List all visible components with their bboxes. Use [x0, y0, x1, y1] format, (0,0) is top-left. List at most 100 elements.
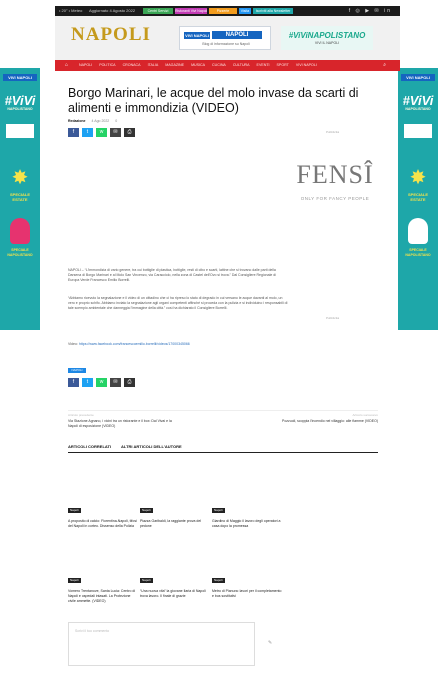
- article-tag[interactable]: NAPOLI: [68, 368, 86, 373]
- social-icons[interactable]: f ◎ ▶ ✉ in: [349, 8, 392, 14]
- next-label: Articolo successivo: [352, 413, 378, 417]
- print-share-button[interactable]: ⎙: [124, 128, 135, 137]
- video-url-link[interactable]: https://www.facebook.com/francescoemilio…: [79, 342, 190, 346]
- flower-icon: [10, 218, 30, 244]
- skin-vivi-text: #ViVi: [4, 93, 36, 108]
- card-title[interactable]: Giardino di Maggio il lavoro degli opera…: [212, 519, 282, 529]
- comment-icon[interactable]: ✎: [268, 640, 272, 646]
- header-ad-napoli[interactable]: VIVI NAPOLI NAPOLI Blog di informazione …: [179, 26, 271, 50]
- card-category-badge[interactable]: Napoli: [140, 578, 153, 583]
- nav-item[interactable]: CRONACA: [123, 62, 141, 69]
- tab-related-articles[interactable]: ARTICOLI CORRELATI: [68, 444, 111, 449]
- card-title[interactable]: “Una nuova vita” la giovane Ilaria di Na…: [140, 589, 210, 599]
- card-category-badge[interactable]: Napoli: [140, 508, 153, 513]
- publish-date: 4 Ago 2022: [91, 118, 110, 123]
- related-card[interactable]: Napoli Metro di Pianura: lavori per il c…: [212, 568, 282, 599]
- ad-label: Pubblicità: [326, 316, 340, 320]
- facebook-share-button[interactable]: f: [68, 128, 79, 137]
- top-bar: • 20° • Meteo Aggiornato 4 Agosto 2022 C…: [55, 6, 400, 16]
- topbar-weather: • 20° • Meteo: [59, 8, 83, 13]
- prev-article-link[interactable]: Via Stazione Agnano, i vicini tra un ris…: [68, 419, 178, 429]
- nav-item[interactable]: POLITICA: [99, 62, 115, 69]
- skin-badge: VIVI NAPOLI: [401, 74, 435, 81]
- related-card[interactable]: Napoli Vomero Trentanove, Santa Lucia: C…: [68, 568, 138, 604]
- author-link[interactable]: Redazione: [68, 119, 86, 123]
- twitter-share-button[interactable]: t: [82, 378, 93, 387]
- related-card[interactable]: Napoli “Una nuova vita” la giovane Ilari…: [140, 568, 210, 599]
- topbar-chip-visita[interactable]: Visita: [239, 8, 251, 14]
- article-title: Borgo Marinari, le acque del molo invase…: [68, 86, 359, 115]
- email-share-button[interactable]: ✉: [110, 128, 121, 137]
- topbar-chip-ristoranti[interactable]: Ristoranti Vivi Napoli: [175, 8, 207, 14]
- card-category-badge[interactable]: Napoli: [212, 508, 225, 513]
- ad-subtitle: Blog di informazione su Napoli: [202, 42, 250, 46]
- share-buttons-bottom: f t w ✉ ⎙: [68, 378, 135, 387]
- skin-sub-text: NAPOLISTANO: [405, 107, 431, 111]
- skin-card: [6, 124, 34, 138]
- nav-item[interactable]: CULTURA: [233, 62, 250, 69]
- skin-star-label: SPECIALE ESTATE: [407, 192, 428, 202]
- comment-count[interactable]: 0: [115, 119, 117, 123]
- related-card[interactable]: Napoli Giardino di Maggio il lavoro degl…: [212, 498, 282, 529]
- ad-title: NAPOLI: [212, 31, 262, 39]
- article-meta: Redazione 4 Ago 2022 0: [68, 118, 117, 123]
- video-link-paragraph: Video: https://www.facebook.com/francesc…: [68, 342, 288, 347]
- star-icon: ✸: [11, 167, 29, 189]
- card-title[interactable]: Piazza Garibaldi, la raggiante prova del…: [140, 519, 210, 529]
- skin-star-label: SPECIALE ESTATE: [9, 192, 30, 202]
- skin-flower-label: SPECIALE NAPOLISTANO: [405, 248, 431, 257]
- topbar-chip-newsletter[interactable]: Iscriviti alla Newsletter: [253, 8, 293, 14]
- nav-item[interactable]: CUCINA: [212, 62, 226, 69]
- home-icon[interactable]: ⌂: [65, 62, 68, 69]
- right-skin-ad[interactable]: VIVI NAPOLI #ViVi NAPOLISTANO ✸ SPECIALE…: [398, 68, 438, 330]
- video-label: Video:: [68, 342, 78, 346]
- article-paragraph: “Abbiamo ricevuto la segnalazione e il v…: [68, 296, 288, 310]
- nav-item[interactable]: NAPOLI: [79, 62, 92, 69]
- nav-item[interactable]: MUSICA: [191, 62, 205, 69]
- nav-item[interactable]: ITALIA: [148, 62, 159, 69]
- ad-label: Pubblicità: [326, 130, 340, 134]
- ad-brand-label: VIVI NAPOLI: [184, 32, 210, 39]
- nav-item[interactable]: MAGAZINE: [165, 62, 184, 69]
- topbar-chip-centri[interactable]: Centri Servizi: [143, 8, 173, 14]
- card-category-badge[interactable]: Napoli: [212, 578, 225, 583]
- site-logo[interactable]: NAPOLI: [71, 24, 151, 46]
- comment-placeholder: Scrivi il tuo commento: [75, 629, 110, 633]
- main-nav: ⌂ NAPOLI POLITICA CRONACA ITALIA MAGAZIN…: [55, 60, 400, 71]
- facebook-share-button[interactable]: f: [68, 378, 79, 387]
- fensi-ad[interactable]: FENSÎ ONLY FOR FANCY PEOPLE: [290, 160, 380, 202]
- card-category-badge[interactable]: Napoli: [68, 508, 81, 513]
- header-ad-vivinapolistano[interactable]: #ViViNAPOLISTANO VIVI IL NAPOLI: [281, 26, 373, 50]
- left-skin-ad[interactable]: VIVI NAPOLI #ViVi NAPOLISTANO ✸ SPECIALE…: [0, 68, 40, 330]
- skin-card: [404, 124, 432, 138]
- nav-item[interactable]: SPORT: [277, 62, 289, 69]
- card-title[interactable]: Vomero Trentanove, Santa Lucia: Centro d…: [68, 589, 138, 604]
- related-tabs: ARTICOLI CORRELATI ALTRI ARTICOLI DELL'A…: [68, 444, 182, 449]
- skin-flower-label: SPECIALE NAPOLISTANO: [7, 248, 33, 257]
- ad-vivi-subtitle: VIVI IL NAPOLI: [314, 41, 340, 45]
- twitter-share-button[interactable]: t: [82, 128, 93, 137]
- print-share-button[interactable]: ⎙: [124, 378, 135, 387]
- whatsapp-share-button[interactable]: w: [96, 128, 107, 137]
- comment-textarea[interactable]: Scrivi il tuo commento: [68, 622, 255, 666]
- fensi-logo: FENSÎ: [296, 160, 374, 189]
- article-paragraph: NAPOLI – “L'immondizia di vario genere, …: [68, 268, 276, 282]
- related-card[interactable]: Napoli Piazza Garibaldi, la raggiante pr…: [140, 498, 210, 529]
- prev-label: Articolo precedente: [68, 413, 94, 417]
- prev-next-navigation: Articolo precedente Via Stazione Agnano,…: [68, 410, 378, 430]
- whatsapp-share-button[interactable]: w: [96, 378, 107, 387]
- card-title[interactable]: A proposito di calcio: Fiorentina-Napoli…: [68, 519, 138, 529]
- ad-vivi-title: #ViViNAPOLISTANO: [288, 31, 366, 40]
- related-card[interactable]: Napoli A proposito di calcio: Fiorentina…: [68, 498, 138, 529]
- star-icon: ✸: [409, 167, 427, 189]
- next-article-link[interactable]: Pozzuoli, scoppia l'incendio nel villagg…: [268, 419, 378, 424]
- tab-author-articles[interactable]: ALTRI ARTICOLI DELL'AUTORE: [121, 444, 182, 449]
- card-category-badge[interactable]: Napoli: [68, 578, 81, 583]
- search-icon[interactable]: ⌕: [383, 62, 386, 69]
- nav-item[interactable]: VIVI NAPOLI: [296, 62, 317, 69]
- topbar-updated: Aggiornato 4 Agosto 2022: [89, 8, 136, 13]
- nav-item[interactable]: EVENTI: [257, 62, 270, 69]
- card-title[interactable]: Metro di Pianura: lavori per il completa…: [212, 589, 282, 599]
- topbar-chip-pizzerie[interactable]: Pizzerie: [209, 8, 237, 14]
- email-share-button[interactable]: ✉: [110, 378, 121, 387]
